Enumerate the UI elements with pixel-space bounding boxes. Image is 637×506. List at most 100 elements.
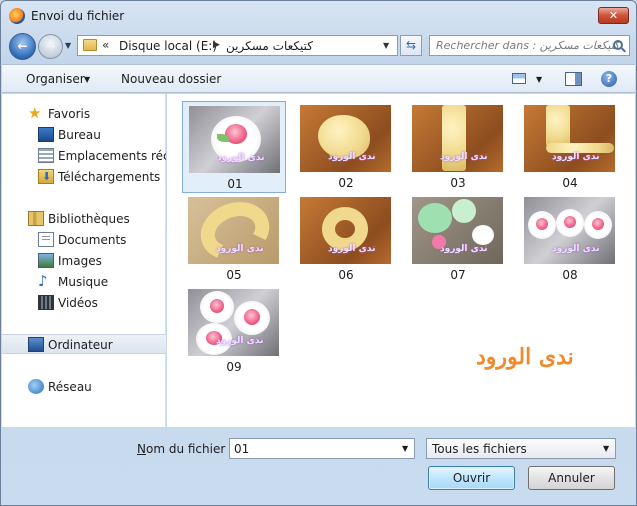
- breadcrumb-drive[interactable]: Disque local (E:): [119, 39, 217, 53]
- file-name: 06: [338, 268, 354, 282]
- file-name: 01: [227, 177, 243, 191]
- nav-libraries[interactable]: Bibliothèques: [2, 209, 166, 229]
- documents-icon: [38, 232, 54, 247]
- nav-images[interactable]: Images: [2, 251, 166, 271]
- thumbnail-watermark: ندى الورود: [216, 244, 264, 254]
- nav-label: Musique: [58, 275, 109, 289]
- nav-label: Bureau: [58, 128, 101, 142]
- thumbnail-watermark: ندى الورود: [216, 336, 264, 346]
- organize-button[interactable]: Organiser: [26, 72, 85, 86]
- change-view-icon[interactable]: [512, 73, 526, 84]
- filetype-value: Tous les fichiers: [432, 442, 527, 456]
- images-icon: [38, 253, 54, 268]
- search-icon[interactable]: [613, 40, 623, 50]
- network-icon: [28, 379, 44, 394]
- thumbnail-image: ندى الورود: [188, 197, 279, 264]
- forward-button[interactable]: →: [38, 34, 63, 59]
- cancel-button[interactable]: Annuler: [528, 466, 615, 490]
- file-item-02[interactable]: ندى الورود 02: [294, 101, 398, 193]
- nav-label: Emplacements récents: [58, 149, 166, 163]
- nav-label: Bibliothèques: [48, 212, 130, 226]
- nav-recent-places[interactable]: Emplacements récents: [2, 146, 166, 166]
- file-dialog-window: Envoi du fichier ✕ ← → ▼ « Disque local …: [0, 0, 637, 506]
- file-item-04[interactable]: ندى الورود 04: [518, 101, 622, 193]
- file-item-08[interactable]: ندى الورود 08: [518, 193, 622, 285]
- thumbnail-image: ندى الورود: [300, 105, 391, 172]
- thumbnail-watermark: ندى الورود: [328, 244, 376, 254]
- file-name: 08: [562, 268, 578, 282]
- nav-label: Téléchargements: [58, 170, 161, 184]
- new-folder-button[interactable]: Nouveau dossier: [121, 72, 221, 86]
- dough-shape: [546, 105, 570, 147]
- computer-icon: [28, 337, 44, 352]
- view-options-chevron-icon[interactable]: ▼: [536, 75, 542, 84]
- filename-label-text: om du fichier :: [145, 442, 234, 456]
- nav-label: Ordinateur: [48, 338, 113, 352]
- file-item-09[interactable]: ندى الورود 09: [182, 285, 286, 377]
- command-toolbar: Organiser ▼ Nouveau dossier ▼ ?: [2, 64, 635, 93]
- search-placeholder: Rechercher dans : كتيكعات مسكرين: [436, 39, 620, 52]
- desktop-icon: [38, 127, 54, 142]
- nav-downloads[interactable]: Téléchargements: [2, 167, 166, 187]
- file-item-03[interactable]: ندى الورود 03: [406, 101, 510, 193]
- thumbnail-image: ندى الورود: [412, 197, 503, 264]
- thumbnail-image: ندى الورود: [189, 106, 280, 173]
- address-dropdown-icon[interactable]: ▼: [383, 41, 389, 50]
- chevron-down-icon[interactable]: ▼: [603, 444, 609, 453]
- nav-videos[interactable]: Vidéos: [2, 293, 166, 313]
- chevron-down-icon[interactable]: ▼: [402, 444, 408, 453]
- filename-field[interactable]: 01 ▼: [229, 438, 415, 459]
- libraries-icon: [28, 211, 44, 226]
- filename-label-mnemonic: N: [137, 442, 146, 456]
- nav-label: Réseau: [48, 380, 92, 394]
- title-bar: Envoi du fichier ✕: [1, 1, 636, 31]
- thumbnail-watermark: ندى الورود: [552, 152, 600, 162]
- nav-documents[interactable]: Documents: [2, 230, 166, 250]
- thumbnail-image: ندى الورود: [524, 105, 615, 172]
- search-input[interactable]: Rechercher dans : كتيكعات مسكرين: [429, 35, 630, 56]
- thumbnail-image: ندى الورود: [188, 289, 279, 356]
- rose-shape: [564, 216, 576, 228]
- file-item-01[interactable]: ندى الورود 01: [182, 101, 286, 193]
- thumbnail-watermark: ندى الورود: [328, 152, 376, 162]
- thumbnail-image: ندى الورود: [300, 197, 391, 264]
- nav-music[interactable]: ♪ Musique: [2, 272, 166, 292]
- address-bar[interactable]: « Disque local (E:) ▶ كتيكعات مسكرين ▼: [77, 35, 398, 56]
- file-name: 03: [450, 176, 466, 190]
- nav-computer[interactable]: Ordinateur: [2, 334, 166, 354]
- nav-desktop[interactable]: Bureau: [2, 125, 166, 145]
- filename-value: 01: [234, 442, 250, 456]
- open-button[interactable]: Ouvrir: [428, 466, 515, 490]
- back-button[interactable]: ←: [9, 33, 36, 60]
- refresh-button[interactable]: ⇆: [400, 35, 422, 56]
- help-icon[interactable]: ?: [601, 71, 617, 87]
- close-button[interactable]: ✕: [598, 7, 629, 24]
- rose-shape: [244, 309, 260, 325]
- breadcrumb-folder[interactable]: كتيكعات مسكرين: [226, 39, 313, 53]
- file-list: ندى الورود 01 ندى الورود 02 ندى الورود 0…: [167, 94, 635, 427]
- nav-network[interactable]: Réseau: [2, 377, 166, 397]
- thumbnail-watermark: ندى الورود: [440, 244, 488, 254]
- thumbnail-watermark: ندى الورود: [440, 152, 488, 162]
- recent-places-icon: [38, 148, 54, 163]
- file-item-06[interactable]: ندى الورود 06: [294, 193, 398, 285]
- downloads-folder-icon: [38, 169, 54, 184]
- file-name: 04: [562, 176, 578, 190]
- breadcrumb-overflow[interactable]: «: [102, 38, 109, 52]
- preview-pane-icon[interactable]: [565, 72, 582, 86]
- breadcrumb-arrow-icon[interactable]: ▶: [213, 40, 220, 50]
- file-name: 09: [226, 360, 242, 374]
- chevron-down-icon[interactable]: ▼: [84, 75, 90, 84]
- file-item-05[interactable]: ندى الورود 05: [182, 193, 286, 285]
- recent-pages-dropdown-icon[interactable]: ▼: [65, 41, 71, 50]
- leaf-shape: [217, 134, 229, 142]
- file-item-07[interactable]: ندى الورود 07: [406, 193, 510, 285]
- file-name: 07: [450, 268, 466, 282]
- leaf-cutter-shape: [452, 199, 476, 223]
- filename-label: Nom du fichier :: [137, 442, 233, 456]
- filetype-select[interactable]: Tous les fichiers ▼: [426, 438, 616, 459]
- rose-shape: [210, 299, 224, 313]
- nav-favorites[interactable]: ★ Favoris: [2, 104, 166, 124]
- navigation-pane: ★ Favoris Bureau Emplacements récents Té…: [2, 94, 166, 427]
- file-name: 02: [338, 176, 354, 190]
